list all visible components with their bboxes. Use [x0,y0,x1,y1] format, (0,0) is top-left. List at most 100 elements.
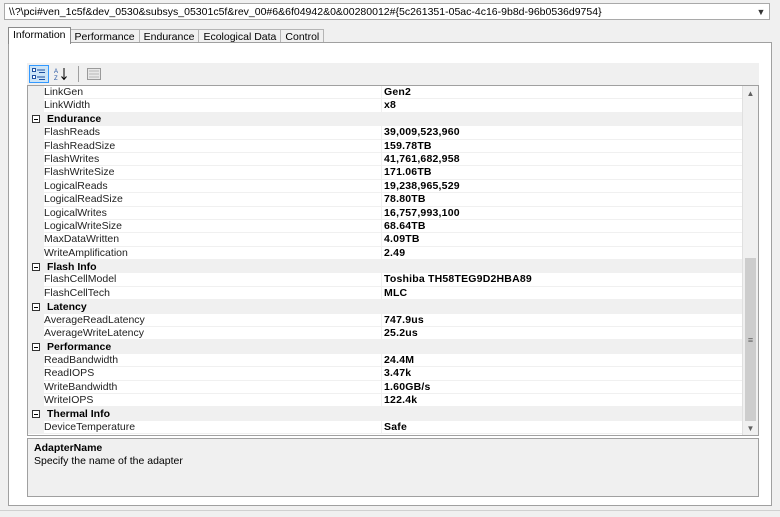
property-row[interactable]: FlashWrites 41,761,682,958 [28,152,742,167]
property-name: FlashWriteSize [44,166,381,180]
property-gutter [28,193,44,207]
chevron-down-icon[interactable]: ▼ [753,4,769,19]
property-value: 3.47k [381,367,742,381]
property-value: 1.60GB/s [381,380,742,394]
property-row[interactable]: DeviceTemperature Safe [28,420,742,435]
category-gutter [28,407,44,421]
property-gutter [28,99,44,113]
property-name: ReadBandwidth [44,354,381,368]
property-row[interactable]: FlashWriteSize 171.06TB [28,166,742,180]
categorized-view-icon [32,68,45,80]
property-name: LinkGen [44,86,381,100]
property-name: LogicalWrites [44,207,381,220]
collapse-icon[interactable] [32,262,40,271]
property-row[interactable]: FlashCellModel Toshiba TH58TEG9D2HBA89 [28,273,742,287]
property-gutter [28,313,44,328]
property-gutter [28,126,44,140]
property-gutter [28,286,44,301]
scroll-up-icon[interactable]: ▲ [743,86,758,100]
property-value: 159.78TB [381,139,742,153]
property-row[interactable]: WriteBandwidth 1.60GB/s [28,380,742,394]
property-row[interactable]: FlashReadSize 159.78TB [28,139,742,153]
property-row[interactable]: LinkWidth x8 [28,99,742,113]
property-value: Safe [381,420,742,435]
category-row[interactable]: Endurance [28,112,742,127]
property-gutter [28,367,44,381]
property-pages-icon [87,68,101,80]
category-row[interactable]: Flash Info [28,260,742,274]
collapse-icon[interactable] [32,410,40,419]
category-row[interactable]: Performance [28,340,742,354]
property-value: 2.49 [381,246,742,261]
property-value: 4.09TB [381,233,742,247]
category-gutter [28,112,44,127]
property-row[interactable]: LogicalReads 19,238,965,529 [28,179,742,194]
property-gutter [28,246,44,261]
property-gutter [28,206,44,220]
property-value: Toshiba TH58TEG9D2HBA89 [381,273,742,287]
toolbar-separator [78,66,79,82]
property-row[interactable]: AverageWriteLatency 25.2us [28,327,742,341]
alphabetical-sort-button[interactable]: A Z [51,65,71,83]
property-name: LogicalWriteSize [44,220,381,234]
scroll-down-icon[interactable]: ▼ [743,421,758,435]
property-grid-toolbar: A Z [27,63,759,85]
vertical-scrollbar[interactable]: ▲ ≡ ▼ [742,86,758,435]
property-gutter [28,393,44,408]
property-row[interactable]: AverageReadLatency 747.9us [28,313,742,328]
property-row[interactable]: MaxDataWritten 4.09TB [28,233,742,247]
property-row[interactable]: ReadBandwidth 24.4M [28,353,742,368]
tab-information[interactable]: Information [8,27,71,44]
svg-text:Z: Z [54,76,58,81]
property-row[interactable]: FlashReads 39,009,523,960 [28,126,742,140]
category-row[interactable]: Latency [28,300,742,314]
category-gutter [28,300,44,314]
property-gutter [28,179,44,194]
property-value: 41,761,682,958 [381,152,742,167]
property-name: ReadIOPS [44,367,381,381]
svg-text:A: A [54,69,58,75]
property-value: 24.4M [381,353,742,368]
property-name: MaxDataWritten [44,233,381,247]
category-gutter [28,340,44,354]
scrollbar-thumb[interactable]: ≡ [745,258,756,421]
device-path-dropdown[interactable]: \\?\pci#ven_1c5f&dev_0530&subsys_05301c5… [4,3,770,20]
property-row[interactable]: WriteAmplification 2.49 [28,246,742,261]
property-row[interactable]: LogicalWriteSize 68.64TB [28,219,742,234]
collapse-icon[interactable] [32,302,40,311]
property-row[interactable]: LogicalReadSize 78.80TB [28,193,742,207]
property-name: AverageReadLatency [44,314,381,328]
category-label: Performance [47,341,112,354]
property-name: FlashCellModel [44,273,381,287]
property-name: WriteAmplification [44,247,381,261]
property-grid: LinkGen Gen2 LinkWidth x8 Endurance FlashRead… [27,85,759,436]
property-grid-rows: LinkGen Gen2 LinkWidth x8 Endurance FlashRead… [28,86,742,435]
property-value: Gen2 [381,86,742,100]
category-gutter [28,260,44,274]
property-value: 122.4k [381,393,742,408]
grip-icon: ≡ [747,334,754,345]
category-row[interactable]: Thermal Info [28,407,742,421]
information-tab-panel: A Z LinkGen Gen2 LinkWidth x8 Endurance Flash… [8,42,772,506]
property-gutter [28,166,44,180]
property-gutter [28,420,44,435]
categorized-view-button[interactable] [29,65,49,83]
property-gutter [28,273,44,287]
property-name: FlashReadSize [44,140,381,153]
alphabetical-sort-icon: A Z [54,68,67,81]
property-row[interactable]: WriteIOPS 122.4k [28,393,742,408]
collapse-icon[interactable] [32,115,40,124]
help-description: Specify the name of the adapter [34,455,183,467]
property-value: 78.80TB [381,193,742,207]
property-row[interactable]: LinkGen Gen2 [28,86,742,100]
collapse-icon[interactable] [32,343,40,352]
property-row[interactable]: LogicalWrites 16,757,993,100 [28,206,742,220]
property-name: LinkWidth [44,99,381,113]
property-gutter [28,380,44,394]
property-row[interactable]: ReadIOPS 3.47k [28,367,742,381]
property-pages-button[interactable] [84,65,104,83]
property-value: MLC [381,286,742,301]
property-name: FlashWrites [44,153,381,167]
property-row[interactable]: FlashCellTech MLC [28,286,742,301]
property-gutter [28,327,44,341]
